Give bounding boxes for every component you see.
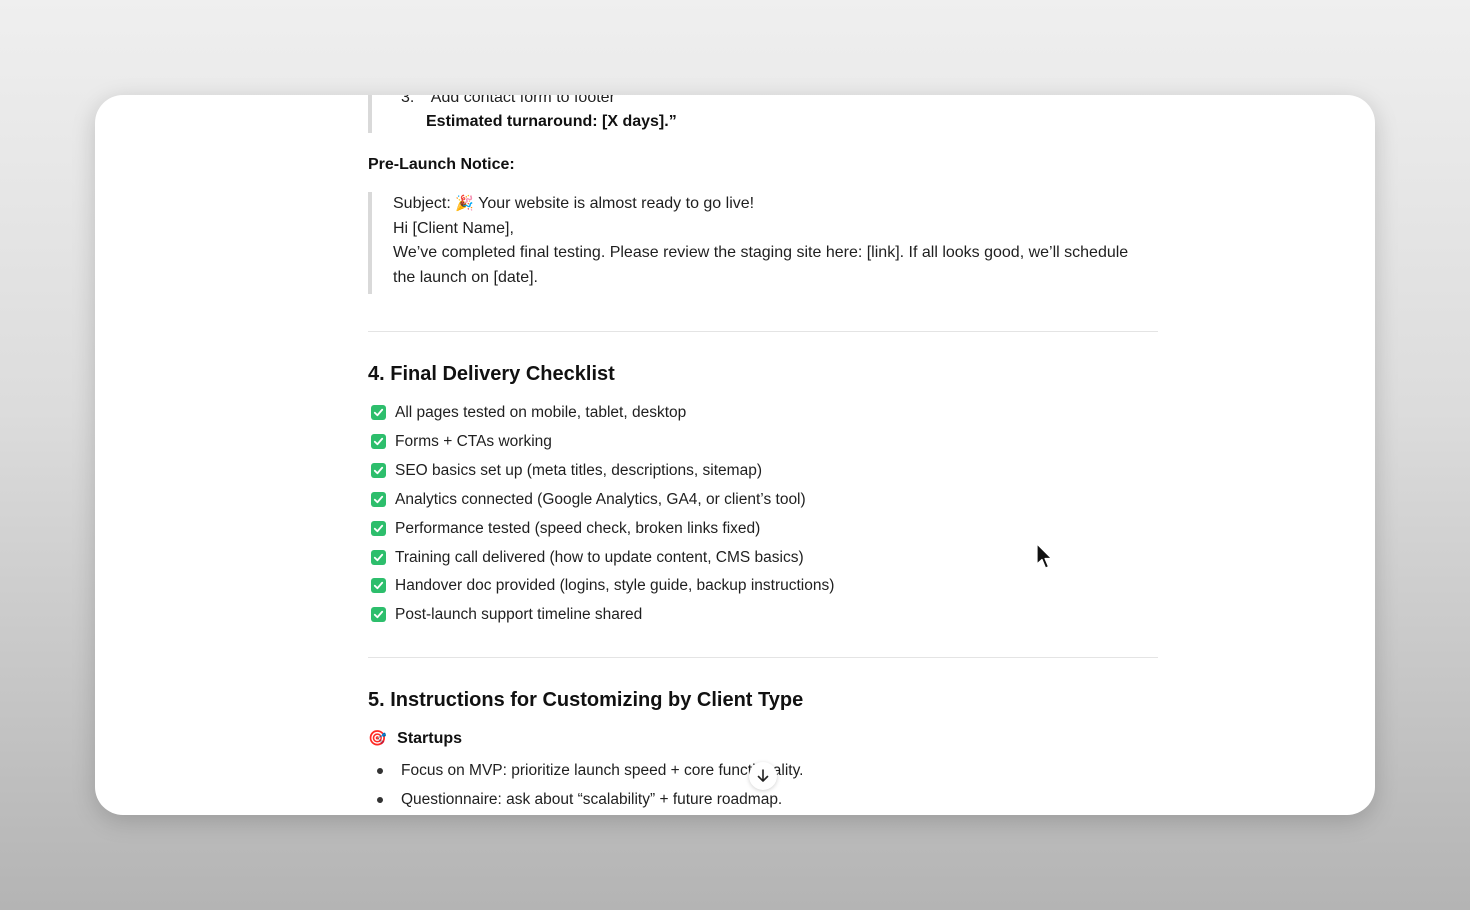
checkbox-checked-icon[interactable]	[371, 491, 386, 507]
checklist-item-label: All pages tested on mobile, tablet, desk…	[395, 404, 687, 421]
subheading-startups: 🎯 Startups	[368, 728, 462, 750]
email-subject: Subject: 🎉 Your website is almost ready …	[393, 193, 754, 215]
checkbox-checked-icon[interactable]	[371, 405, 386, 420]
email-body-line: We’ve completed final testing. Please re…	[393, 244, 1129, 261]
checkbox-checked-icon[interactable]	[371, 520, 386, 536]
blockquote-bar	[368, 95, 372, 133]
arrow-down-icon	[757, 769, 769, 782]
checkbox-checked-icon[interactable]	[371, 549, 386, 565]
blockquote-bar	[368, 192, 372, 294]
list-item: Questionnaire: ask about “scalability” +…	[401, 791, 783, 808]
divider	[368, 657, 1158, 658]
checkbox-checked-icon[interactable]	[371, 462, 386, 478]
bullet-point	[377, 768, 383, 774]
prelaunch-heading: Pre-Launch Notice:	[368, 156, 515, 173]
checkbox-checked-icon[interactable]	[371, 433, 386, 449]
checklist-item-label: Analytics connected (Google Analytics, G…	[395, 490, 806, 508]
checklist-item-label: Performance tested (speed check, broken …	[395, 519, 761, 537]
checklist-item-label: Handover doc provided (logins, style gui…	[395, 577, 835, 595]
subject-label: Subject:	[393, 195, 451, 212]
checklist-item-label: Post-launch support timeline shared	[395, 606, 643, 624]
turnaround-text: Estimated turnaround: [X days].”	[426, 113, 677, 130]
party-popper-icon: 🎉	[455, 195, 474, 212]
target-icon: 🎯	[368, 730, 387, 747]
list-number: 3.	[401, 95, 415, 106]
divider	[368, 331, 1158, 332]
list-item: Focus on MVP: prioritize launch speed + …	[401, 762, 804, 779]
section-heading: 5. Instructions for Customizing by Clien…	[368, 689, 804, 711]
email-body-line: the launch on [date].	[393, 269, 538, 286]
section-heading: 4. Final Delivery Checklist	[368, 363, 615, 385]
checkbox-checked-icon[interactable]	[371, 578, 386, 594]
scroll-down-button[interactable]	[749, 762, 777, 790]
document-window: 3. Add contact form to footer Estimated …	[95, 95, 1375, 815]
subject-text: Your website is almost ready to go live!	[478, 195, 755, 212]
checklist-item-label: Forms + CTAs working	[395, 432, 552, 450]
checklist-item-label: SEO basics set up (meta titles, descript…	[395, 461, 762, 479]
list-item: 3. Add contact form to footer	[401, 95, 615, 109]
checkbox-checked-icon[interactable]	[371, 607, 386, 623]
checklist-item-label: Training call delivered (how to update c…	[395, 548, 804, 566]
list-item-text: Add contact form to footer	[430, 95, 615, 106]
email-greeting: Hi [Client Name],	[393, 220, 514, 237]
bullet-point	[377, 797, 383, 803]
subheading-label: Startups	[397, 730, 463, 747]
mouse-pointer-icon	[1036, 543, 1053, 569]
